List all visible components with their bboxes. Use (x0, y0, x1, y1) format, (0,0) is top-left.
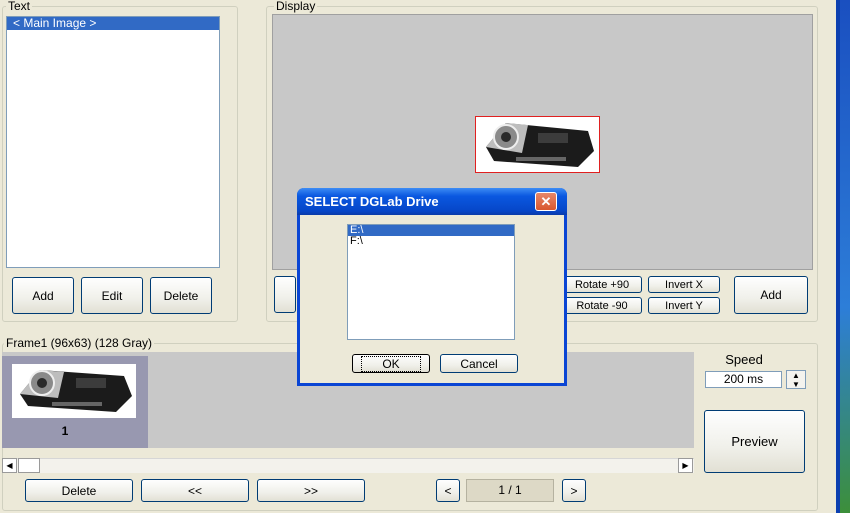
text-group-label: Text (6, 0, 33, 13)
rotate-plus-90-button[interactable]: Rotate +90 (562, 276, 642, 293)
spin-up-icon[interactable]: ▲ (787, 371, 805, 380)
display-group-label: Display (274, 0, 318, 13)
invert-y-button[interactable]: Invert Y (648, 297, 720, 314)
page-prev-button[interactable]: < (436, 479, 460, 502)
invert-x-button[interactable]: Invert X (648, 276, 720, 293)
scroll-right-icon: ▶ (682, 461, 689, 470)
page-next-button[interactable]: > (562, 479, 586, 502)
scroll-thumb[interactable] (18, 458, 40, 473)
frame-thumbnail (12, 364, 136, 418)
cancel-button[interactable]: Cancel (440, 354, 518, 373)
frame-scrollbar[interactable] (2, 458, 694, 473)
speed-field[interactable]: 200 ms (705, 371, 782, 388)
dialog-close-button[interactable]: ✕ (535, 192, 557, 211)
drive-list-item[interactable]: E:\ (348, 225, 514, 236)
spin-down-icon[interactable]: ▼ (787, 380, 805, 389)
rotate-plus-90-label: Rotate +90 (574, 278, 630, 291)
text-list-item[interactable]: < Main Image > (7, 17, 219, 30)
edit-text-button[interactable]: Edit (81, 277, 143, 314)
preview-button[interactable]: Preview (704, 410, 805, 473)
ok-button-label: OK (361, 355, 421, 372)
drive-list-item[interactable]: F:\ (348, 236, 514, 247)
desktop-edge (840, 0, 850, 513)
rotate-minus-90-button[interactable]: Rotate -90 (562, 297, 642, 314)
window-edge (836, 0, 840, 513)
rotate-minus-90-label: Rotate -90 (576, 299, 628, 312)
scroll-left-icon: ◀ (6, 461, 13, 470)
scroll-right-button[interactable]: ▶ (678, 458, 693, 473)
device-image-frame[interactable] (475, 116, 600, 173)
speed-spinner[interactable]: ▲ ▼ (786, 370, 806, 389)
frame-thumbnail-tile[interactable]: 1 (2, 356, 148, 448)
display-hidden-button[interactable] (274, 276, 296, 313)
delete-text-button[interactable]: Delete (150, 277, 212, 314)
add-display-button[interactable]: Add (734, 276, 808, 314)
close-icon: ✕ (540, 194, 552, 209)
frame-group-label: Frame1 (96x63) (128 Gray) (4, 336, 155, 350)
speed-label: Speed (725, 352, 763, 367)
ok-button[interactable]: OK (352, 354, 430, 373)
device-image (486, 123, 594, 167)
dialog-title: SELECT DGLab Drive (305, 194, 439, 209)
scroll-left-button[interactable]: ◀ (2, 458, 17, 473)
select-drive-dialog: SELECT DGLab Drive ✕ E:\ F:\ OK Cancel (297, 188, 567, 386)
frame-thumbnail-number: 1 (61, 424, 69, 438)
move-next-button[interactable]: >> (257, 479, 365, 502)
add-text-button[interactable]: Add (12, 277, 74, 314)
dialog-title-bar[interactable]: SELECT DGLab Drive ✕ (297, 188, 567, 215)
drive-list[interactable]: E:\ F:\ (347, 224, 515, 340)
text-list[interactable]: < Main Image > (6, 16, 220, 268)
frame-thumbnail-image (20, 370, 132, 412)
delete-frame-button[interactable]: Delete (25, 479, 133, 502)
page-indicator: 1 / 1 (466, 479, 554, 502)
move-prev-button[interactable]: << (141, 479, 249, 502)
